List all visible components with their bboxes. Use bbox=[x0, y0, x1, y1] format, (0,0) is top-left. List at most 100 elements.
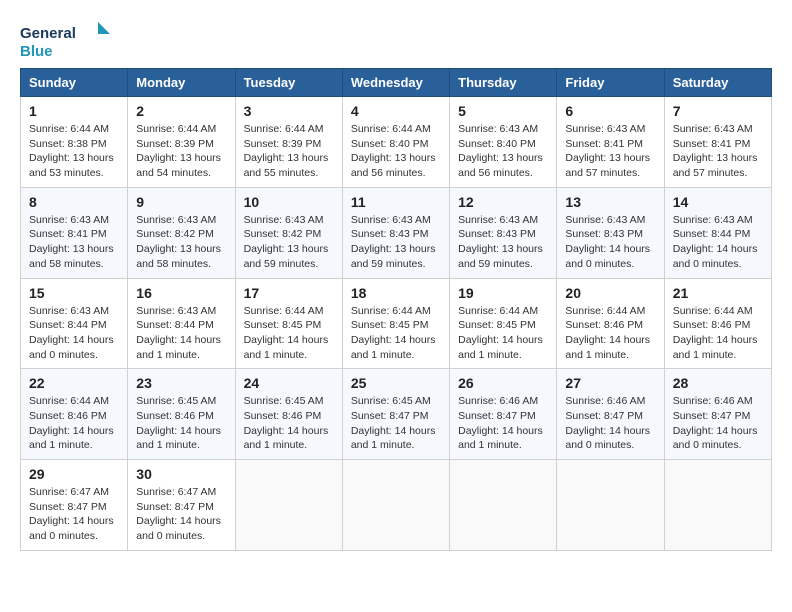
day-number: 20 bbox=[565, 285, 655, 301]
calendar-cell: 18 Sunrise: 6:44 AMSunset: 8:45 PMDayligh… bbox=[342, 278, 449, 369]
calendar-cell: 5 Sunrise: 6:43 AMSunset: 8:40 PMDaylight… bbox=[450, 97, 557, 188]
cell-content: Sunrise: 6:43 AMSunset: 8:42 PMDaylight:… bbox=[244, 213, 334, 272]
calendar-header-row: SundayMondayTuesdayWednesdayThursdayFrid… bbox=[21, 69, 772, 97]
calendar-cell bbox=[450, 460, 557, 551]
calendar-day-header: Wednesday bbox=[342, 69, 449, 97]
day-number: 8 bbox=[29, 194, 119, 210]
cell-content: Sunrise: 6:43 AMSunset: 8:44 PMDaylight:… bbox=[136, 304, 226, 363]
day-number: 1 bbox=[29, 103, 119, 119]
calendar-cell bbox=[664, 460, 771, 551]
day-number: 6 bbox=[565, 103, 655, 119]
calendar-cell: 23 Sunrise: 6:45 AMSunset: 8:46 PMDayligh… bbox=[128, 369, 235, 460]
calendar-cell: 7 Sunrise: 6:43 AMSunset: 8:41 PMDaylight… bbox=[664, 97, 771, 188]
svg-text:Blue: Blue bbox=[20, 43, 53, 60]
day-number: 26 bbox=[458, 375, 548, 391]
day-number: 18 bbox=[351, 285, 441, 301]
day-number: 17 bbox=[244, 285, 334, 301]
calendar-cell: 22Sunrise: 6:44 AMSunset: 8:46 PMDayligh… bbox=[21, 369, 128, 460]
calendar-cell: 30 Sunrise: 6:47 AMSunset: 8:47 PMDayligh… bbox=[128, 460, 235, 551]
calendar-cell: 14 Sunrise: 6:43 AMSunset: 8:44 PMDayligh… bbox=[664, 187, 771, 278]
day-number: 11 bbox=[351, 194, 441, 210]
calendar-cell: 28Sunrise: 6:46 AMSunset: 8:47 PMDayligh… bbox=[664, 369, 771, 460]
calendar-week-row: 15Sunrise: 6:43 AMSunset: 8:44 PMDayligh… bbox=[21, 278, 772, 369]
calendar-week-row: 22Sunrise: 6:44 AMSunset: 8:46 PMDayligh… bbox=[21, 369, 772, 460]
calendar-cell: 19Sunrise: 6:44 AMSunset: 8:45 PMDayligh… bbox=[450, 278, 557, 369]
calendar-day-header: Thursday bbox=[450, 69, 557, 97]
calendar-week-row: 29 Sunrise: 6:47 AMSunset: 8:47 PMDayligh… bbox=[21, 460, 772, 551]
calendar-cell: 20 Sunrise: 6:44 AMSunset: 8:46 PMDayligh… bbox=[557, 278, 664, 369]
day-number: 5 bbox=[458, 103, 548, 119]
day-number: 25 bbox=[351, 375, 441, 391]
cell-content: Sunrise: 6:46 AMSunset: 8:47 PMDaylight:… bbox=[565, 394, 655, 453]
day-number: 14 bbox=[673, 194, 763, 210]
calendar-cell: 11 Sunrise: 6:43 AMSunset: 8:43 PMDayligh… bbox=[342, 187, 449, 278]
cell-content: Sunrise: 6:44 AMSunset: 8:45 PMDaylight:… bbox=[244, 304, 334, 363]
cell-content: Sunrise: 6:44 AMSunset: 8:40 PMDaylight:… bbox=[351, 122, 441, 181]
cell-content: Sunrise: 6:44 AMSunset: 8:46 PMDaylight:… bbox=[29, 394, 119, 453]
calendar-cell: 12 Sunrise: 6:43 AMSunset: 8:43 PMDayligh… bbox=[450, 187, 557, 278]
calendar-cell: 1Sunrise: 6:44 AMSunset: 8:38 PMDaylight… bbox=[21, 97, 128, 188]
calendar-cell: 8Sunrise: 6:43 AMSunset: 8:41 PMDaylight… bbox=[21, 187, 128, 278]
day-number: 24 bbox=[244, 375, 334, 391]
calendar-day-header: Saturday bbox=[664, 69, 771, 97]
calendar-day-header: Tuesday bbox=[235, 69, 342, 97]
day-number: 12 bbox=[458, 194, 548, 210]
cell-content: Sunrise: 6:44 AMSunset: 8:46 PMDaylight:… bbox=[673, 304, 763, 363]
calendar-cell: 17 Sunrise: 6:44 AMSunset: 8:45 PMDayligh… bbox=[235, 278, 342, 369]
calendar-cell bbox=[342, 460, 449, 551]
calendar-cell: 10 Sunrise: 6:43 AMSunset: 8:42 PMDayligh… bbox=[235, 187, 342, 278]
day-number: 28 bbox=[673, 375, 763, 391]
calendar-cell bbox=[557, 460, 664, 551]
cell-content: Sunrise: 6:43 AMSunset: 8:43 PMDaylight:… bbox=[458, 213, 548, 272]
day-number: 27 bbox=[565, 375, 655, 391]
cell-content: Sunrise: 6:43 AMSunset: 8:43 PMDaylight:… bbox=[565, 213, 655, 272]
cell-content: Sunrise: 6:45 AMSunset: 8:46 PMDaylight:… bbox=[244, 394, 334, 453]
day-number: 2 bbox=[136, 103, 226, 119]
cell-content: Sunrise: 6:43 AMSunset: 8:44 PMDaylight:… bbox=[29, 304, 119, 363]
calendar-cell: 15Sunrise: 6:43 AMSunset: 8:44 PMDayligh… bbox=[21, 278, 128, 369]
day-number: 7 bbox=[673, 103, 763, 119]
day-number: 9 bbox=[136, 194, 226, 210]
cell-content: Sunrise: 6:44 AMSunset: 8:39 PMDaylight:… bbox=[244, 122, 334, 181]
cell-content: Sunrise: 6:44 AMSunset: 8:45 PMDaylight:… bbox=[351, 304, 441, 363]
calendar-week-row: 8Sunrise: 6:43 AMSunset: 8:41 PMDaylight… bbox=[21, 187, 772, 278]
svg-text:General: General bbox=[20, 25, 76, 42]
cell-content: Sunrise: 6:43 AMSunset: 8:41 PMDaylight:… bbox=[565, 122, 655, 181]
calendar-cell: 16 Sunrise: 6:43 AMSunset: 8:44 PMDayligh… bbox=[128, 278, 235, 369]
calendar-cell: 25 Sunrise: 6:45 AMSunset: 8:47 PMDayligh… bbox=[342, 369, 449, 460]
calendar-week-row: 1Sunrise: 6:44 AMSunset: 8:38 PMDaylight… bbox=[21, 97, 772, 188]
cell-content: Sunrise: 6:43 AMSunset: 8:41 PMDaylight:… bbox=[673, 122, 763, 181]
calendar-cell: 2Sunrise: 6:44 AMSunset: 8:39 PMDaylight… bbox=[128, 97, 235, 188]
calendar-cell bbox=[235, 460, 342, 551]
cell-content: Sunrise: 6:47 AMSunset: 8:47 PMDaylight:… bbox=[29, 485, 119, 544]
cell-content: Sunrise: 6:44 AMSunset: 8:45 PMDaylight:… bbox=[458, 304, 548, 363]
calendar-table: SundayMondayTuesdayWednesdayThursdayFrid… bbox=[20, 68, 772, 551]
calendar-cell: 13 Sunrise: 6:43 AMSunset: 8:43 PMDayligh… bbox=[557, 187, 664, 278]
day-number: 16 bbox=[136, 285, 226, 301]
day-number: 10 bbox=[244, 194, 334, 210]
logo-icon: General Blue bbox=[20, 20, 110, 60]
cell-content: Sunrise: 6:47 AMSunset: 8:47 PMDaylight:… bbox=[136, 485, 226, 544]
cell-content: Sunrise: 6:43 AMSunset: 8:43 PMDaylight:… bbox=[351, 213, 441, 272]
day-number: 23 bbox=[136, 375, 226, 391]
calendar-cell: 24 Sunrise: 6:45 AMSunset: 8:46 PMDayligh… bbox=[235, 369, 342, 460]
day-number: 21 bbox=[673, 285, 763, 301]
calendar-cell: 4 Sunrise: 6:44 AMSunset: 8:40 PMDaylight… bbox=[342, 97, 449, 188]
day-number: 30 bbox=[136, 466, 226, 482]
calendar-cell: 21 Sunrise: 6:44 AMSunset: 8:46 PMDayligh… bbox=[664, 278, 771, 369]
calendar-cell: 3 Sunrise: 6:44 AMSunset: 8:39 PMDaylight… bbox=[235, 97, 342, 188]
calendar-day-header: Friday bbox=[557, 69, 664, 97]
cell-content: Sunrise: 6:43 AMSunset: 8:44 PMDaylight:… bbox=[673, 213, 763, 272]
calendar-cell: 27 Sunrise: 6:46 AMSunset: 8:47 PMDayligh… bbox=[557, 369, 664, 460]
cell-content: Sunrise: 6:44 AMSunset: 8:46 PMDaylight:… bbox=[565, 304, 655, 363]
calendar-day-header: Monday bbox=[128, 69, 235, 97]
day-number: 4 bbox=[351, 103, 441, 119]
day-number: 13 bbox=[565, 194, 655, 210]
cell-content: Sunrise: 6:45 AMSunset: 8:46 PMDaylight:… bbox=[136, 394, 226, 453]
day-number: 29 bbox=[29, 466, 119, 482]
calendar-cell: 9Sunrise: 6:43 AMSunset: 8:42 PMDaylight… bbox=[128, 187, 235, 278]
cell-content: Sunrise: 6:43 AMSunset: 8:40 PMDaylight:… bbox=[458, 122, 548, 181]
cell-content: Sunrise: 6:45 AMSunset: 8:47 PMDaylight:… bbox=[351, 394, 441, 453]
day-number: 3 bbox=[244, 103, 334, 119]
calendar-cell: 29 Sunrise: 6:47 AMSunset: 8:47 PMDayligh… bbox=[21, 460, 128, 551]
